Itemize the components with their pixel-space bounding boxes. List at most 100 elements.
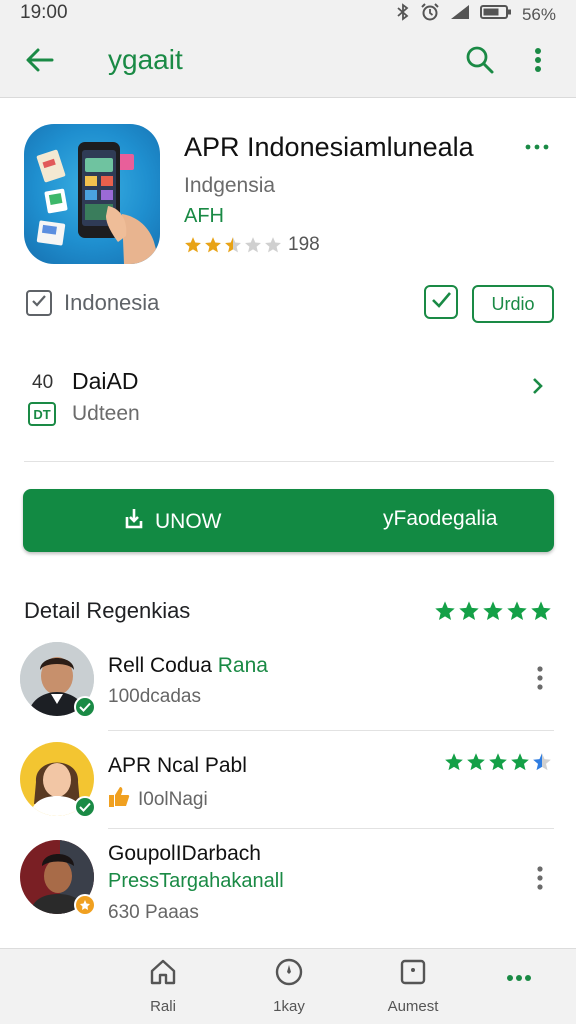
- divider: [24, 461, 554, 462]
- reviewer-name-text: Rell Codua: [108, 654, 218, 677]
- star-icon: [445, 753, 463, 771]
- star-icon: [483, 601, 503, 620]
- app-title: APR Indonesiamluneala: [184, 132, 474, 162]
- review-meta-text: I0olNagi: [138, 789, 208, 810]
- search-button[interactable]: [460, 42, 500, 82]
- reviews-section-title: Detail Regenkias: [24, 598, 191, 623]
- info-row[interactable]: 40 DaiAD DT Udteen: [26, 362, 552, 434]
- star-icon: [225, 237, 241, 253]
- region-label: Indonesia: [64, 290, 160, 315]
- reviewer-name: Rell Codua Rana: [108, 654, 268, 678]
- app-icon: [24, 124, 160, 264]
- verified-badge-icon: [74, 696, 96, 718]
- review-meta: 100dcadas: [108, 686, 201, 707]
- more-vert-icon: [534, 47, 542, 78]
- nav-item-apps[interactable]: Aumest: [368, 957, 458, 1017]
- nav-item-explore[interactable]: 1kay: [244, 957, 334, 1017]
- back-button[interactable]: [20, 42, 60, 82]
- region-row[interactable]: Indonesia: [26, 290, 159, 316]
- primary-button-right-label: yFaodegalia: [383, 507, 498, 530]
- review-item[interactable]: GoupolIDarbach PressTargahakanall 630 Pa…: [0, 840, 576, 936]
- divider: [108, 828, 554, 829]
- avatar: [20, 840, 96, 916]
- divider: [108, 730, 554, 731]
- rating-count: 198: [288, 234, 320, 255]
- badge-icon: [74, 894, 96, 916]
- star-icon: [531, 601, 551, 620]
- primary-button-left: UNOW: [123, 507, 222, 537]
- check-icon: [31, 294, 47, 313]
- download-icon: [123, 507, 145, 537]
- region-checkbox[interactable]: [26, 290, 52, 316]
- region-action-button[interactable]: Urdio: [472, 285, 554, 323]
- app-category: AFH: [184, 205, 224, 227]
- apps-icon: [398, 957, 428, 992]
- avatar: [20, 742, 96, 818]
- avatar: [20, 642, 96, 718]
- review-item[interactable]: APR Ncal Pabl I0olNagi: [0, 742, 576, 838]
- search-icon: [465, 45, 495, 80]
- info-prefix: 40: [32, 372, 54, 393]
- review-item[interactable]: Rell Codua Rana 100dcadas: [0, 642, 576, 738]
- star-icon: [185, 237, 201, 253]
- more-vert-icon: [537, 665, 543, 695]
- status-bar: 19:00 56%: [0, 0, 576, 26]
- bottom-navigation: Rali 1kay Aumest: [0, 948, 576, 1024]
- chevron-right-icon[interactable]: [524, 372, 552, 400]
- review-rating-stars: [444, 752, 552, 772]
- reviewer-name: GoupolIDarbach: [108, 842, 261, 865]
- confirm-check-button[interactable]: [424, 285, 458, 319]
- reviewer-name: APR Ncal Pabl: [108, 754, 247, 777]
- star-icon: [489, 753, 507, 771]
- reviewer-subtitle: PressTargahakanall: [108, 870, 284, 892]
- more-horiz-icon: [506, 969, 532, 987]
- app-bar: ygaait: [0, 26, 576, 98]
- primary-button-left-label: UNOW: [155, 510, 222, 533]
- nav-label: Rali: [150, 998, 176, 1015]
- alarm-icon: [420, 3, 440, 26]
- review-more-button[interactable]: [526, 664, 554, 696]
- verified-badge-icon: [74, 796, 96, 818]
- check-box-icon: [430, 290, 452, 315]
- app-rating: 198: [184, 234, 320, 256]
- more-vert-icon: [537, 865, 543, 895]
- star-icon: [205, 237, 221, 253]
- rating-stars: [184, 236, 282, 254]
- bluetooth-icon: [396, 3, 410, 26]
- review-meta: I0olNagi: [108, 786, 208, 814]
- app-developer: Indgensia: [184, 174, 276, 197]
- title-more-button[interactable]: [522, 132, 552, 160]
- info-badge: DT: [28, 402, 56, 426]
- info-subtitle: Udteen: [72, 402, 140, 425]
- star-icon: [467, 753, 485, 771]
- reviewer-name-accent: Rana: [217, 654, 268, 677]
- battery-icon: [479, 4, 512, 25]
- section-rating-stars: [434, 600, 552, 622]
- home-icon: [148, 957, 178, 992]
- nav-item-more[interactable]: [474, 957, 564, 1017]
- signal-icon: [450, 4, 470, 25]
- nav-label: 1kay: [273, 998, 305, 1015]
- star-icon: [265, 237, 281, 253]
- thumbs-up-icon: [108, 786, 130, 814]
- more-horiz-icon: [525, 137, 549, 155]
- status-icons: 56%: [396, 3, 556, 26]
- info-title: DaiAD: [72, 368, 139, 394]
- star-icon: [511, 753, 529, 771]
- nav-label: Aumest: [387, 998, 439, 1015]
- star-icon: [533, 753, 551, 771]
- star-icon: [435, 601, 455, 620]
- overflow-menu-button[interactable]: [518, 42, 558, 82]
- star-icon: [459, 601, 479, 620]
- nav-item-home[interactable]: Rali: [118, 957, 208, 1017]
- compass-icon: [274, 957, 304, 992]
- status-time: 19:00: [20, 2, 68, 23]
- star-icon: [245, 237, 261, 253]
- primary-action-button[interactable]: UNOW yFaodegalia: [23, 489, 554, 552]
- star-icon: [507, 601, 527, 620]
- review-meta: 630 Paaas: [108, 902, 199, 923]
- battery-percent: 56%: [521, 4, 556, 24]
- app-bar-title: ygaait: [108, 44, 183, 75]
- review-more-button[interactable]: [526, 864, 554, 896]
- arrow-left-icon: [24, 46, 56, 79]
